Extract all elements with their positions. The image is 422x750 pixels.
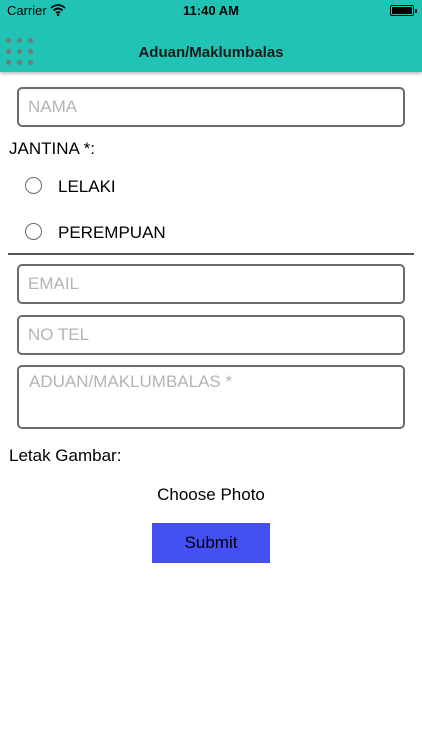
- battery-icon: [390, 5, 417, 16]
- complaint-textarea[interactable]: [17, 365, 405, 429]
- radio-female[interactable]: [25, 223, 42, 240]
- submit-button[interactable]: Submit: [152, 523, 270, 563]
- email-input[interactable]: [17, 264, 405, 304]
- phone-input[interactable]: [17, 315, 405, 355]
- radio-male-label[interactable]: LELAKI: [58, 177, 116, 197]
- name-input[interactable]: [17, 87, 405, 127]
- status-bar: Carrier 11:40 AM: [0, 0, 422, 22]
- nav-bar: Aduan/Maklumbalas: [0, 22, 422, 72]
- image-label: Letak Gambar:: [9, 446, 122, 465]
- page-title: Aduan/Maklumbalas: [138, 44, 284, 61]
- gender-label: JANTINA *:: [9, 139, 95, 158]
- radio-female-label[interactable]: PEREMPUAN: [58, 223, 166, 243]
- radio-male[interactable]: [25, 177, 42, 194]
- divider: [8, 253, 414, 255]
- status-time: 11:40 AM: [183, 3, 239, 18]
- choose-photo-button[interactable]: Choose Photo: [0, 485, 422, 505]
